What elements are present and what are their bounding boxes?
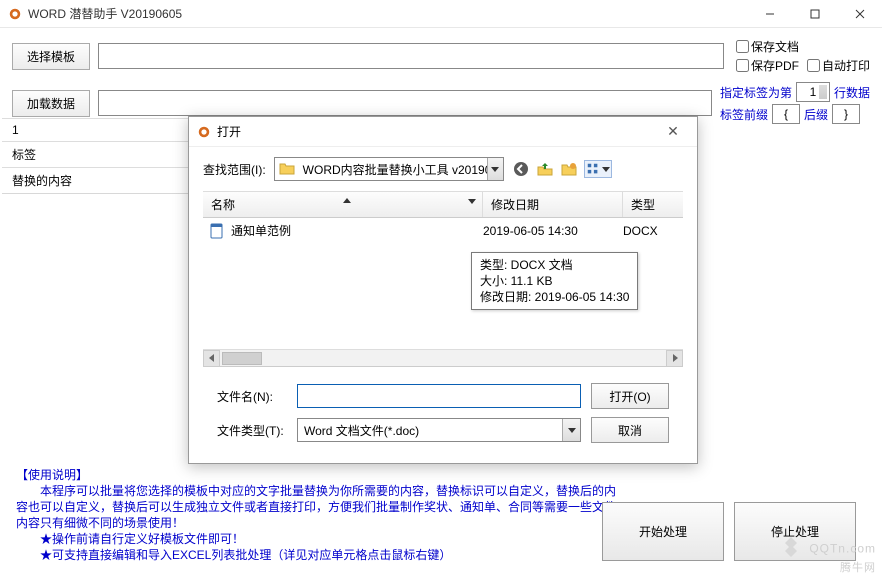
help-line2: ★操作前请自行定义好模板文件即可！ (16, 531, 616, 547)
titlebar: WORD 潜替助手 V20190605 (0, 0, 882, 28)
scroll-left-button[interactable] (203, 350, 220, 367)
help-heading: 【使用说明】 (16, 467, 616, 483)
template-path-input[interactable] (98, 43, 724, 69)
tag-prefix-label[interactable]: 标签前缀 (720, 106, 768, 123)
watermark-text: QQTn.com (809, 541, 876, 555)
watermark-sub: 腾牛网 (779, 559, 876, 575)
look-in-folder-name: WORD内容批量替换小工具 v201906 (299, 161, 487, 178)
dialog-icon (197, 125, 211, 139)
file-type: DOCX (623, 224, 677, 238)
open-button[interactable]: 打开(O) (591, 383, 669, 409)
view-menu-button[interactable] (584, 160, 612, 178)
file-name: 通知单范例 (231, 222, 483, 239)
save-pdf-checkbox[interactable] (736, 59, 749, 72)
help-line3: ★可支持直接编辑和导入EXCEL列表批处理（详见对应单元格点击鼠标右键） (16, 547, 616, 563)
filetype-label: 文件类型(T): (217, 422, 287, 439)
dialog-title: 打开 (217, 123, 657, 140)
tooltip-type: 类型: DOCX 文档 (480, 257, 629, 273)
look-in-label: 查找范围(I): (203, 161, 266, 178)
cancel-button[interactable]: 取消 (591, 417, 669, 443)
dialog-close-button[interactable]: ✕ (657, 123, 689, 140)
filetype-select[interactable]: Word 文档文件(*.doc) (297, 418, 581, 442)
docx-icon (209, 223, 225, 239)
up-one-level-button[interactable] (536, 160, 554, 178)
start-process-button[interactable]: 开始处理 (602, 502, 724, 561)
auto-print-label: 自动打印 (822, 57, 870, 74)
file-tooltip: 类型: DOCX 文档 大小: 11.1 KB 修改日期: 2019-06-05… (471, 252, 638, 310)
file-list-body[interactable]: 通知单范例 2019-06-05 14:30 DOCX 类型: DOCX 文档 … (203, 218, 683, 349)
maximize-button[interactable] (792, 0, 837, 28)
tab-tag[interactable]: 标签 (2, 141, 192, 167)
filetype-value: Word 文档文件(*.doc) (298, 422, 562, 439)
col-type[interactable]: 类型 (623, 192, 683, 217)
help-text: 【使用说明】 本程序可以批量将您选择的模板中对应的文字批量替换为你所需要的内容，… (16, 467, 616, 563)
window-title: WORD 潜替助手 V20190605 (28, 5, 747, 22)
close-button[interactable] (837, 0, 882, 28)
left-tabs: 1 标签 替换的内容 (2, 118, 192, 194)
tag-suffix-label[interactable]: 后缀 (804, 106, 828, 123)
app-icon (8, 7, 22, 21)
save-doc-checkbox[interactable] (736, 40, 749, 53)
data-path-input[interactable] (98, 90, 712, 116)
back-button[interactable] (512, 160, 530, 178)
filename-input[interactable] (297, 384, 581, 408)
scroll-right-button[interactable] (666, 350, 683, 367)
select-template-button[interactable]: 选择模板 (12, 43, 90, 70)
col-date[interactable]: 修改日期 (483, 192, 623, 217)
file-list-header: 名称 修改日期 类型 (203, 191, 683, 218)
tag-row-label[interactable]: 指定标签为第 (720, 84, 792, 101)
open-dialog: 打开 ✕ 查找范围(I): WORD内容批量替换小工具 v201906 名称 修… (188, 116, 698, 464)
new-folder-button[interactable] (560, 160, 578, 178)
tag-suffix-input[interactable] (832, 104, 860, 124)
row-data-label[interactable]: 行数据 (834, 84, 870, 101)
folder-icon (279, 161, 295, 177)
tab-1[interactable]: 1 (2, 118, 192, 141)
horizontal-scrollbar[interactable] (203, 349, 683, 366)
minimize-button[interactable] (747, 0, 792, 28)
watermark: QQTn.com 腾牛网 (779, 535, 876, 575)
help-line1: 本程序可以批量将您选择的模板中对应的文字批量替换为你所需要的内容，替换标识可以自… (16, 483, 616, 531)
scroll-thumb[interactable] (222, 352, 262, 365)
save-pdf-label: 保存PDF (751, 57, 799, 74)
tag-prefix-input[interactable] (772, 104, 800, 124)
col-name[interactable]: 名称 (203, 192, 483, 217)
tab-replace-content[interactable]: 替换的内容 (2, 167, 192, 194)
tag-row-spinner[interactable]: 1 (796, 82, 830, 102)
auto-print-checkbox[interactable] (807, 59, 820, 72)
look-in-combo[interactable]: WORD内容批量替换小工具 v201906 (274, 157, 504, 181)
save-doc-label: 保存文档 (751, 38, 799, 55)
file-date: 2019-06-05 14:30 (483, 224, 623, 238)
file-row[interactable]: 通知单范例 2019-06-05 14:30 DOCX (203, 218, 683, 243)
tooltip-size: 大小: 11.1 KB (480, 273, 629, 289)
tooltip-date: 修改日期: 2019-06-05 14:30 (480, 289, 629, 305)
load-data-button[interactable]: 加载数据 (12, 90, 90, 117)
filename-label: 文件名(N): (217, 388, 287, 405)
